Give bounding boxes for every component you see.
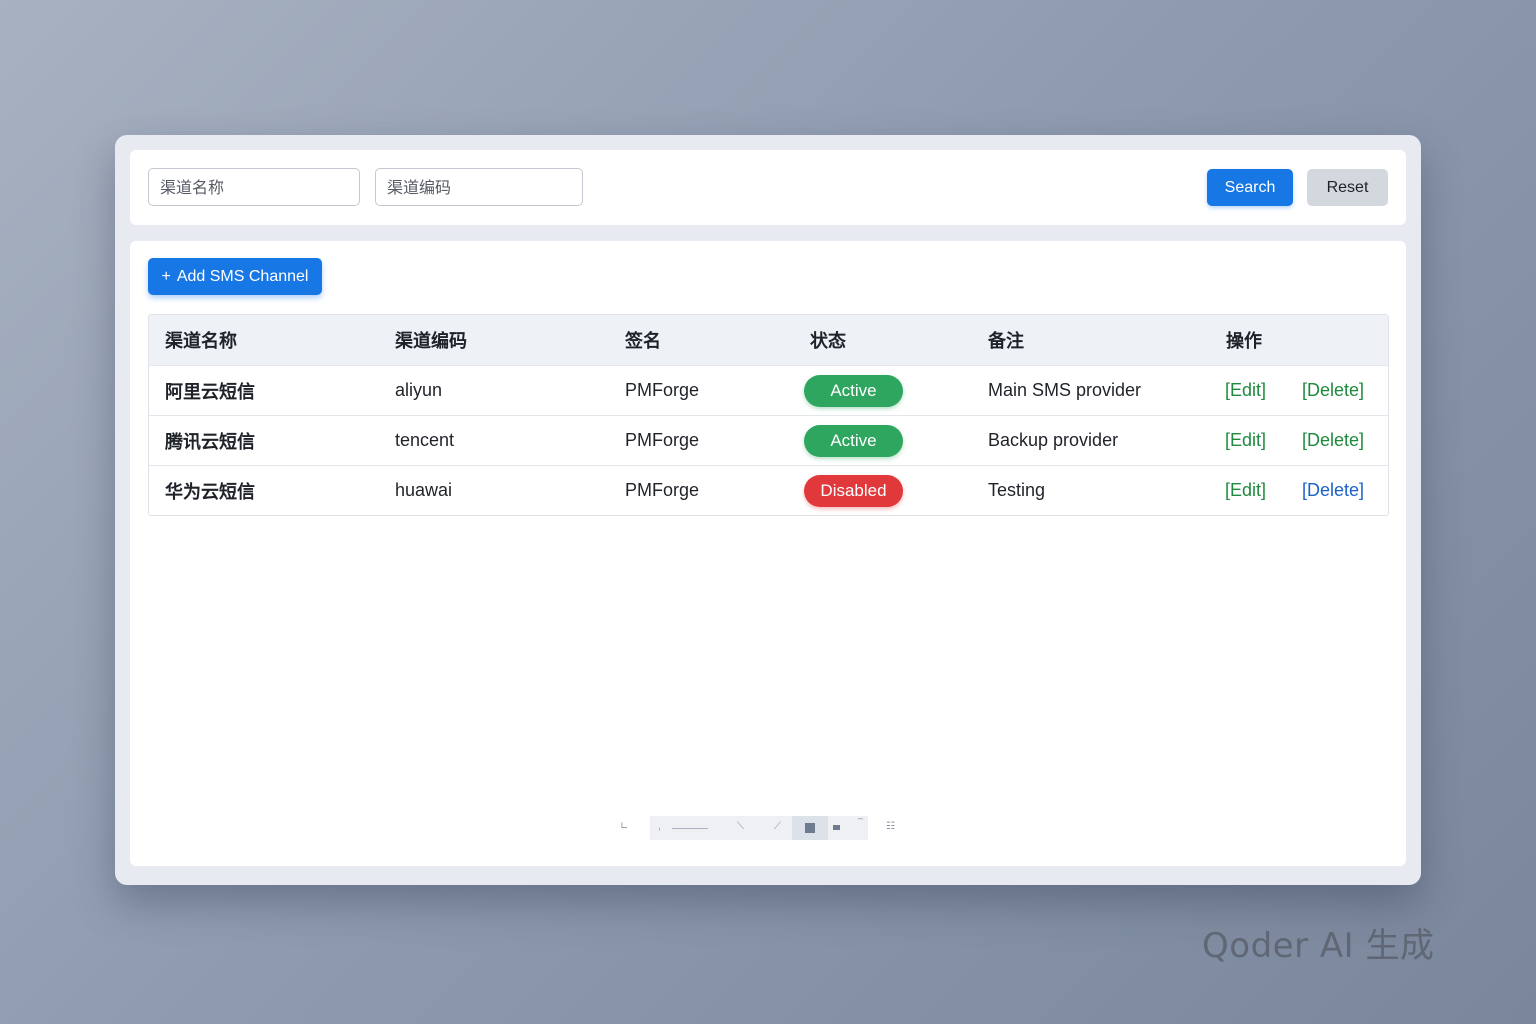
header-actions: 操作	[1226, 331, 1262, 352]
channel-signature: PMForge	[625, 480, 700, 500]
page-size-icon	[833, 825, 840, 830]
app-window: Search Reset + Add SMS Channel 渠道名称 渠道编码…	[115, 135, 1421, 885]
search-button[interactable]: Search	[1207, 169, 1293, 206]
status-badge: Active	[804, 375, 903, 407]
channel-signature: PMForge	[625, 380, 700, 400]
channel-code: huawai	[395, 480, 453, 500]
delete-link[interactable]: [Delete]	[1302, 366, 1364, 415]
search-panel: Search Reset	[130, 150, 1406, 225]
table-row: 华为云短信 huawai PMForge Disabled Testing [E…	[149, 465, 1388, 515]
table-row: 阿里云短信 aliyun PMForge Active Main SMS pro…	[149, 365, 1388, 415]
header-status: 状态	[810, 331, 846, 352]
channel-name: 华为云短信	[165, 481, 255, 503]
header-channel-name: 渠道名称	[165, 331, 237, 352]
watermark-text: Qoder AI 生成	[1202, 926, 1435, 966]
header-remark: 备注	[988, 331, 1024, 352]
status-badge: Disabled	[804, 475, 903, 507]
channel-signature: PMForge	[625, 430, 700, 450]
divider	[672, 828, 708, 829]
pagination: ∟ ˌ ⟍ ⟋ ‾ ☷	[620, 812, 920, 840]
sms-channel-table: 渠道名称 渠道编码 签名 状态 备注 操作 阿里云短信 aliyun PMFor…	[148, 314, 1389, 516]
main-panel: + Add SMS Channel 渠道名称 渠道编码 签名 状态 备注 操作 …	[130, 241, 1406, 866]
delete-link[interactable]: [Delete]	[1302, 416, 1364, 465]
edit-link[interactable]: [Edit]	[1225, 466, 1266, 515]
dash-icon: ‾	[858, 818, 863, 829]
channel-remark: Testing	[988, 480, 1046, 500]
first-page-icon[interactable]: ∟	[620, 821, 628, 832]
status-badge: Active	[804, 425, 903, 457]
add-sms-channel-button[interactable]: + Add SMS Channel	[148, 258, 322, 295]
channel-code: tencent	[395, 430, 455, 450]
channel-name: 腾讯云短信	[165, 431, 255, 453]
channel-code-input[interactable]	[375, 168, 583, 206]
reset-button[interactable]: Reset	[1307, 169, 1388, 206]
tick-icon: ˌ	[658, 821, 661, 832]
edit-link[interactable]: [Edit]	[1225, 366, 1266, 415]
next-page-icon[interactable]: ⟋	[774, 821, 781, 832]
plus-icon: +	[161, 267, 171, 285]
channel-name-input[interactable]	[148, 168, 360, 206]
channel-code: aliyun	[395, 380, 443, 400]
channel-name: 阿里云短信	[165, 381, 255, 403]
delete-link[interactable]: [Delete]	[1302, 466, 1364, 515]
header-channel-code: 渠道编码	[395, 331, 467, 352]
grid-icon[interactable]: ☷	[886, 821, 895, 832]
add-button-label: Add SMS Channel	[176, 267, 309, 285]
prev-page-icon[interactable]: ⟍	[737, 821, 744, 832]
table-header-row: 渠道名称 渠道编码 签名 状态 备注 操作	[149, 315, 1388, 365]
channel-remark: Backup provider	[988, 430, 1119, 450]
table-row: 腾讯云短信 tencent PMForge Active Backup prov…	[149, 415, 1388, 465]
channel-remark: Main SMS provider	[988, 380, 1142, 400]
edit-link[interactable]: [Edit]	[1225, 416, 1266, 465]
page-square-icon	[805, 823, 815, 833]
header-signature: 签名	[625, 331, 661, 352]
